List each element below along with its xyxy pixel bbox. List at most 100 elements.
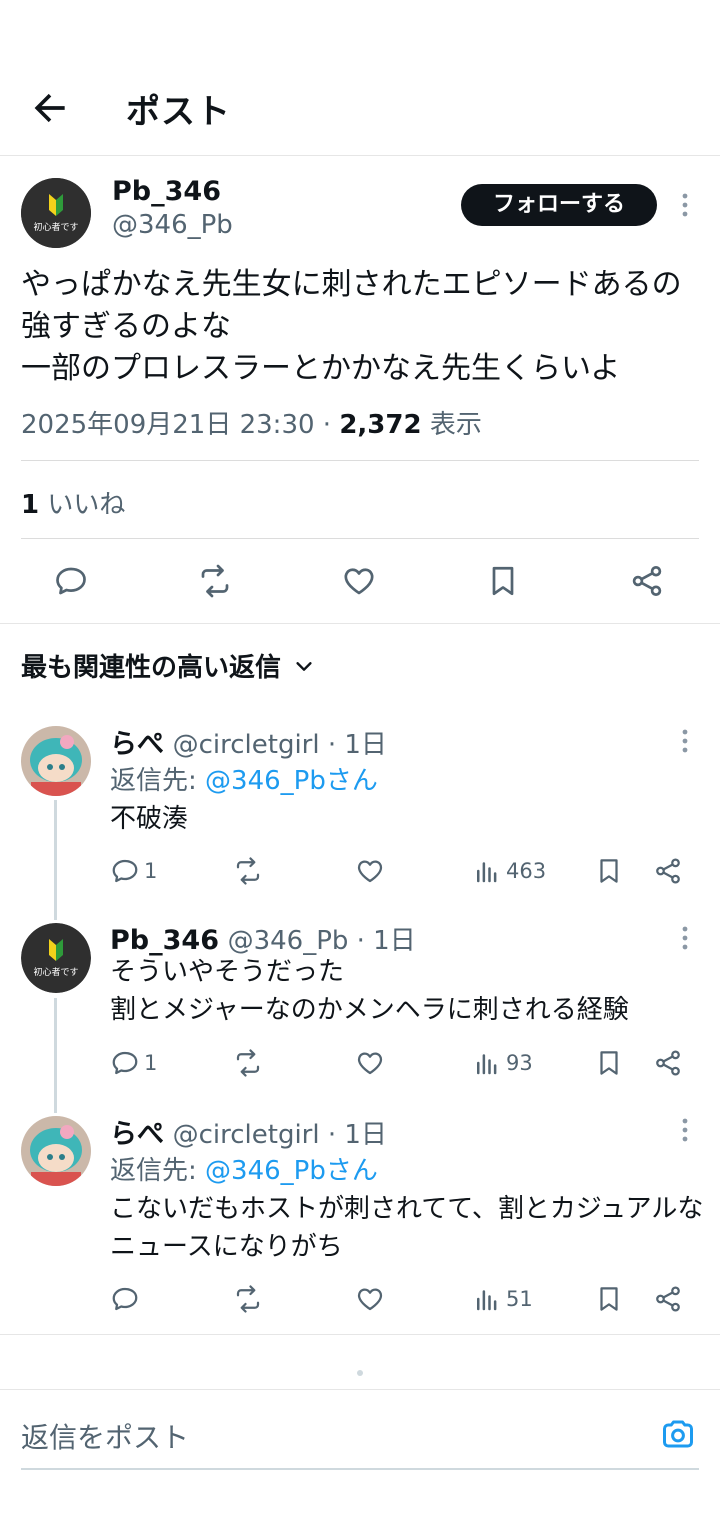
share-button[interactable] <box>653 1284 683 1314</box>
thread-line <box>54 800 57 920</box>
reply-author-name[interactable]: Pb_346 <box>110 925 219 956</box>
share-icon <box>653 856 683 886</box>
input-underline <box>21 1468 699 1470</box>
avatar-label: 初心者です <box>33 966 78 978</box>
sort-label: 最も関連性の高い返信 <box>21 653 282 683</box>
likes-count: 1 <box>21 490 40 520</box>
divider <box>21 538 699 539</box>
view-count: 51 <box>506 1287 533 1311</box>
follow-button[interactable]: フォローする <box>461 184 657 226</box>
divider <box>21 460 699 461</box>
author-avatar[interactable]: 初心者です <box>21 178 91 248</box>
page-title: ポスト <box>126 92 231 132</box>
like-icon <box>355 856 385 886</box>
like-icon[interactable] <box>341 563 377 599</box>
more-options-icon[interactable] <box>675 1116 695 1144</box>
camera-icon[interactable] <box>660 1416 696 1452</box>
reply-avatar[interactable]: 初心者です <box>21 923 91 993</box>
bookmark-button[interactable] <box>594 1048 624 1078</box>
repost-icon <box>233 856 263 886</box>
top-bar: ポスト <box>0 60 720 156</box>
bookmark-icon <box>594 856 624 886</box>
like-icon <box>355 1048 385 1078</box>
reply-to: 返信先: @346_Pbさん <box>110 760 378 797</box>
post-timestamp[interactable]: 2025年09月21日 23:30 <box>21 410 315 440</box>
reply-button[interactable]: 1 <box>110 1048 157 1078</box>
view-label: 表示 <box>421 410 482 440</box>
reply-to: 返信先: @346_Pbさん <box>110 1150 378 1187</box>
reply-author-name[interactable]: らぺ <box>110 1119 164 1150</box>
repost-icon <box>233 1284 263 1314</box>
reply-icon[interactable] <box>53 563 89 599</box>
share-icon <box>653 1284 683 1314</box>
reply-author-name[interactable]: らぺ <box>110 729 164 760</box>
post-meta: 2025年09月21日 23:30 · 2,372 表示 <box>21 404 482 441</box>
reply-icon <box>110 1284 140 1314</box>
share-button[interactable] <box>653 1048 683 1078</box>
divider <box>0 1334 720 1335</box>
like-button[interactable] <box>355 856 385 886</box>
analytics-icon <box>472 856 502 886</box>
reply-header: らぺ @circletgirl · 1日 <box>110 722 387 761</box>
meta-separator: · <box>314 410 340 440</box>
bookmark-icon[interactable] <box>485 563 521 599</box>
reply-author-handle[interactable]: @346_Pb · 1日 <box>228 926 416 956</box>
reply-to-label: 返信先: <box>110 1156 206 1186</box>
reply-to-mention[interactable]: @346_Pbさん <box>205 1156 378 1186</box>
bookmark-icon <box>594 1048 624 1078</box>
share-icon <box>653 1048 683 1078</box>
repost-icon[interactable] <box>197 563 233 599</box>
reply-button[interactable] <box>110 1284 140 1314</box>
reply-icon <box>110 856 140 886</box>
repost-button[interactable] <box>233 856 263 886</box>
reply-button[interactable]: 1 <box>110 856 157 886</box>
reply-to-mention[interactable]: @346_Pbさん <box>205 766 378 796</box>
reply-count: 1 <box>144 1051 158 1075</box>
reply-to-label: 返信先: <box>110 766 206 796</box>
reply-sort-selector[interactable]: 最も関連性の高い返信 <box>21 647 315 684</box>
share-button[interactable] <box>653 856 683 886</box>
view-count: 93 <box>506 1051 533 1075</box>
reply-avatar[interactable] <box>21 1116 91 1186</box>
likes-row[interactable]: 1 いいね <box>21 484 125 521</box>
reply-input[interactable]: 返信をポスト <box>21 1416 661 1456</box>
likes-label: いいね <box>39 490 126 520</box>
reply-avatar[interactable] <box>21 726 91 796</box>
more-options-icon[interactable] <box>675 191 695 219</box>
like-button[interactable] <box>355 1048 385 1078</box>
views-button[interactable]: 93 <box>472 1048 533 1078</box>
repost-button[interactable] <box>233 1048 263 1078</box>
reply-header: Pb_346 @346_Pb · 1日 <box>110 920 416 957</box>
bookmark-button[interactable] <box>594 1284 624 1314</box>
repost-button[interactable] <box>233 1284 263 1314</box>
analytics-icon <box>472 1048 502 1078</box>
reply-icon <box>110 1048 140 1078</box>
share-icon[interactable] <box>629 563 665 599</box>
reply-header: らぺ @circletgirl · 1日 <box>110 1112 387 1151</box>
reply-author-handle[interactable]: @circletgirl · 1日 <box>173 730 387 760</box>
view-count: 2,372 <box>339 410 422 440</box>
avatar-label: 初心者です <box>33 221 78 233</box>
views-button[interactable]: 463 <box>472 856 546 886</box>
like-icon <box>355 1284 385 1314</box>
bookmark-icon <box>594 1284 624 1314</box>
like-button[interactable] <box>355 1284 385 1314</box>
post-text: やっぱかなえ先生女に刺されたエピソードあるの強すぎるのよな 一部のプロレスラーと… <box>21 267 682 386</box>
reply-text: そういやそうだった 割とメジャーなのかメンヘラに刺される経験 <box>110 957 629 1025</box>
more-options-icon[interactable] <box>675 727 695 755</box>
analytics-icon <box>472 1284 502 1314</box>
bookmark-button[interactable] <box>594 856 624 886</box>
repost-icon <box>233 1048 263 1078</box>
views-button[interactable]: 51 <box>472 1284 533 1314</box>
reply-author-handle[interactable]: @circletgirl · 1日 <box>173 1120 387 1150</box>
divider <box>0 623 720 624</box>
view-count: 463 <box>506 859 547 883</box>
arrow-left-icon[interactable] <box>28 86 72 130</box>
reply-text: こないだもホストが刺されてて、割とカジュアルなニュースになりがち <box>110 1194 704 1262</box>
author-name[interactable]: Pb_346 <box>112 176 221 207</box>
thread-line <box>54 998 57 1113</box>
loading-indicator <box>357 1370 363 1376</box>
author-handle[interactable]: @346_Pb <box>112 210 233 240</box>
chevron-down-icon <box>293 655 315 677</box>
more-options-icon[interactable] <box>675 924 695 952</box>
